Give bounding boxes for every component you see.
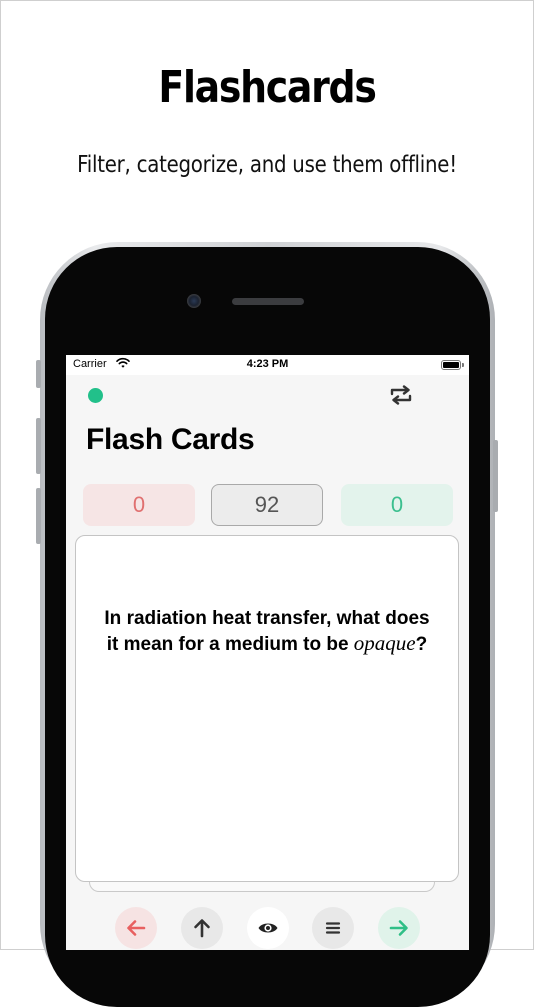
status-indicator-dot (88, 388, 103, 403)
eye-icon (258, 923, 278, 933)
arrow-right-icon (389, 920, 408, 936)
clock: 4:23 PM (246, 358, 289, 370)
earpiece-speaker (232, 298, 304, 305)
list-icon (325, 922, 341, 934)
previous-card-button[interactable] (115, 907, 157, 949)
promo-subheadline: Filter, categorize, and use them offline… (77, 152, 457, 178)
question-emphasis: opaque (353, 631, 416, 655)
reveal-answer-button[interactable] (247, 907, 289, 949)
wrong-count-badge: 0 (83, 484, 195, 526)
next-card-button[interactable] (378, 907, 420, 949)
phone-screen: Carrier 4:23 PM Flash Cards 0 92 0 In ra… (66, 355, 469, 950)
screen-title: Flash Cards (86, 423, 255, 456)
mute-switch (36, 360, 41, 388)
card-question: In radiation heat transfer, what does it… (96, 606, 438, 657)
repeat-icon[interactable] (388, 385, 414, 405)
arrow-left-icon (127, 920, 146, 936)
correct-count-badge: 0 (341, 484, 453, 526)
volume-down-button (36, 488, 41, 544)
question-mark: ? (415, 634, 428, 655)
power-button (493, 440, 498, 512)
flash-card[interactable]: In radiation heat transfer, what does it… (75, 535, 459, 882)
arrow-up-icon (194, 919, 210, 938)
battery-icon (441, 360, 464, 370)
move-up-button[interactable] (181, 907, 223, 949)
volume-up-button (36, 418, 41, 474)
front-camera (187, 294, 201, 308)
card-list-button[interactable] (312, 907, 354, 949)
remaining-count-badge: 92 (211, 484, 323, 526)
status-bar: Carrier 4:23 PM (66, 355, 469, 375)
promo-headline: Flashcards (158, 62, 376, 113)
